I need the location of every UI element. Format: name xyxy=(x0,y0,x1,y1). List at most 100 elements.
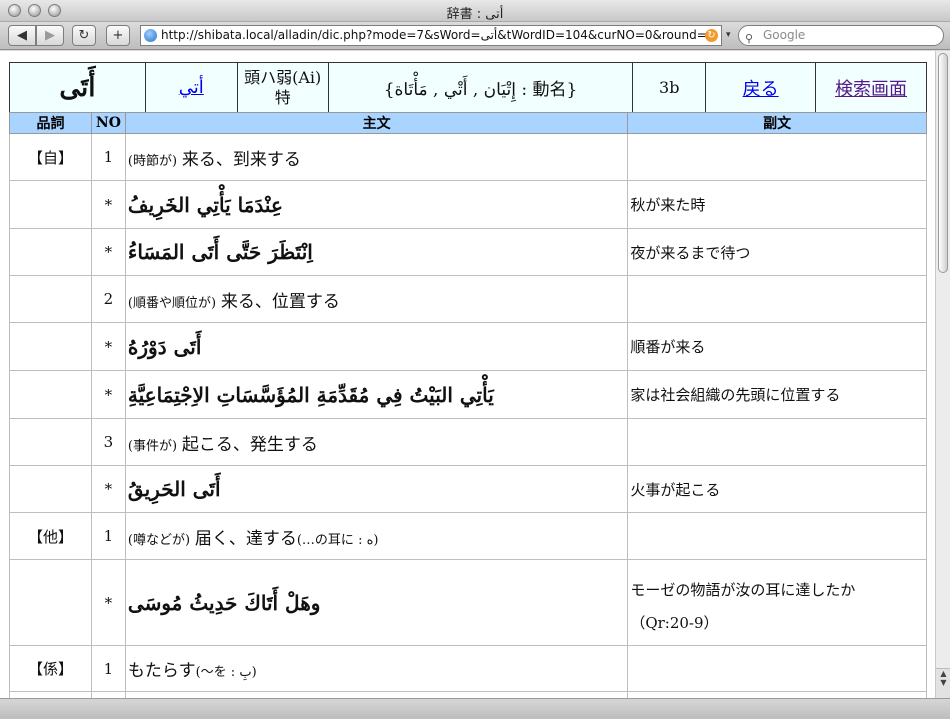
verbal-noun-forms: {إِتْيَان , أَتْي , مَأْتَاة : 動名} xyxy=(327,62,634,113)
arabic-example: عِنْدَمَا يَأْتِي الخَرِيفُ xyxy=(127,192,283,217)
sub-cell: モーゼの物語が汝の耳に達したか （Qr:20-9） xyxy=(627,559,927,646)
pos-cell xyxy=(9,370,92,419)
table-header-row: 品詞 NO 主文 副文 xyxy=(9,112,927,134)
search-field[interactable]: ⚲ Google xyxy=(738,25,944,46)
arabic-example: اِنْتَظَرَ حَتَّى أَتَى المَسَاءُ xyxy=(127,240,313,264)
meaning-text: 来る、到来する xyxy=(181,149,301,170)
meaning-text: 来る、位置する xyxy=(220,291,340,312)
no-cell: * xyxy=(90,322,126,371)
url-text: http://shibata.local/alladin/dic.php?mod… xyxy=(161,28,715,42)
quran-reference: （Qr:20-9） xyxy=(630,613,719,632)
page-viewport: أَتَى أتي 頭ハ弱(Ai)特 {إِتْيَان , أَتْي , م… xyxy=(0,51,935,698)
table-row: * أَتَى الحَرِيقُ 火事が起こる xyxy=(9,465,927,513)
note-text: (順番や順位が) xyxy=(127,295,217,311)
main-cell: اِنْتَظَرَ حَتَّى أَتَى المَسَاءُ xyxy=(124,228,629,276)
main-cell: (事件が) 起こる、発生する xyxy=(124,418,629,466)
pos-cell xyxy=(9,465,92,513)
no-cell: 1 xyxy=(90,512,126,560)
column-header-no: NO xyxy=(90,112,126,134)
pos-cell xyxy=(9,180,92,229)
meaning-text: もたらす xyxy=(127,661,196,681)
arabic-example: أَتَى الحَرِيقُ xyxy=(127,477,221,501)
sub-cell xyxy=(627,645,927,692)
arabic-example: يَأْتِي البَيْتُ فِي مُقَدِّمَةِ المُؤَس… xyxy=(127,382,494,407)
table-row: 【係】 1 もたらす(〜を : بِ) xyxy=(9,645,927,692)
window-titlebar: 辞書 : أتى xyxy=(0,0,950,22)
main-cell: أَتَى دَوْرُهُ xyxy=(124,322,629,371)
search-placeholder: Google xyxy=(763,28,806,42)
sub-text: モーゼの物語が汝の耳に達したか xyxy=(630,580,856,599)
pos-cell: 【係】 xyxy=(9,645,92,692)
no-cell: 2 xyxy=(90,275,126,323)
back-button[interactable]: ◀ xyxy=(8,25,36,46)
meaning-text: 届く、達する xyxy=(194,528,297,549)
column-header-pos: 品詞 xyxy=(9,112,92,134)
no-cell: 1 xyxy=(90,645,126,692)
no-cell: * xyxy=(90,180,126,229)
search-engine-menu-icon[interactable]: ▾ xyxy=(726,30,731,40)
sub-cell xyxy=(627,512,927,560)
sub-cell xyxy=(627,133,927,181)
sub-cell: 夜が来るまで待つ xyxy=(627,228,927,276)
sub-cell: 火事が起こる xyxy=(627,465,927,513)
no-cell: * xyxy=(90,370,126,419)
no-cell: 1 xyxy=(90,133,126,181)
meaning-text: 起こる、発生する xyxy=(181,434,318,455)
table-row: * اِنْتَظَرَ حَتَّى أَتَى المَسَاءُ 夜が来る… xyxy=(9,228,927,276)
reload-button[interactable]: ↻ xyxy=(72,25,96,46)
headword: أَتَى xyxy=(9,62,146,113)
pos-cell: 【他】 xyxy=(9,512,92,560)
browser-toolbar: ◀ ▶ ↻ + http://shibata.local/alladin/dic… xyxy=(0,22,950,50)
pos-cell xyxy=(9,322,92,371)
table-row: 3 (事件が) 起こる、発生する xyxy=(9,418,927,466)
back-cell: 戻る xyxy=(705,62,817,113)
note-text: (噂などが) xyxy=(127,532,191,548)
table-row: * يَأْتِي البَيْتُ فِي مُقَدِّمَةِ المُؤ… xyxy=(9,370,927,419)
table-row: * عِنْدَمَا يَأْتِي الخَرِيفُ 秋が来た時 xyxy=(9,180,927,229)
main-cell: أَتَى الحَرِيقُ xyxy=(124,465,629,513)
object-note: (〜を : بِ) xyxy=(195,665,257,680)
pos-cell xyxy=(9,275,92,323)
pos-cell xyxy=(9,228,92,276)
window-title: 辞書 : أتى xyxy=(446,7,504,22)
root-cell: أتي xyxy=(144,62,238,113)
rss-icon[interactable]: ↻ xyxy=(705,29,718,42)
arabic-example: وهَلْ أَتَاكَ حَدِيثُ مُوسَى xyxy=(127,590,321,615)
scrollbar-thumb[interactable] xyxy=(938,53,948,273)
no-cell: * xyxy=(90,465,126,513)
sub-cell: 家は社会組織の先頭に位置する xyxy=(627,370,927,419)
pos-cell xyxy=(9,418,92,466)
arabic-example: أَتَى دَوْرُهُ xyxy=(127,334,202,359)
main-cell: もたらす(〜を : بِ) xyxy=(124,645,629,692)
table-row: 2 (順番や順位が) 来る、位置する xyxy=(9,275,927,323)
no-cell: 3 xyxy=(90,418,126,466)
verb-type: 3b xyxy=(632,62,707,113)
main-cell: (噂などが) 届く、達する(…の耳に : ه) xyxy=(124,512,629,560)
table-row: 【自】 1 (時節が) 来る、到来する xyxy=(9,133,927,181)
note-text: (事件が) xyxy=(127,438,178,454)
sub-cell: 秋が来た時 xyxy=(627,180,927,229)
sub-cell xyxy=(627,275,927,323)
table-row: * أَتَى دَوْرُهُ 順番が来る xyxy=(9,322,927,371)
main-cell: يَأْتِي البَيْتُ فِي مُقَدِّمَةِ المُؤَس… xyxy=(124,370,629,419)
pos-cell: 【自】 xyxy=(9,133,92,181)
column-header-sub: 副文 xyxy=(627,112,927,134)
sub-cell xyxy=(627,418,927,466)
search-screen-link[interactable]: 検索画面 xyxy=(835,79,907,100)
column-header-main: 主文 xyxy=(124,112,629,134)
main-cell: عِنْدَمَا يَأْتِي الخَرِيفُ xyxy=(124,180,629,229)
root-link[interactable]: أتي xyxy=(179,77,204,98)
word-header: أَتَى أتي 頭ハ弱(Ai)特 {إِتْيَان , أَتْي , م… xyxy=(9,62,927,113)
search-screen-cell: 検索画面 xyxy=(815,62,927,113)
vertical-scrollbar[interactable]: ▲ ▼ xyxy=(935,51,950,698)
scroll-arrow-buttons[interactable]: ▲ ▼ xyxy=(936,668,950,698)
search-icon: ⚲ xyxy=(745,32,754,45)
object-note: (…の耳に : ه) xyxy=(296,532,379,548)
forward-button[interactable]: ▶ xyxy=(36,25,64,46)
address-bar[interactable]: http://shibata.local/alladin/dic.php?mod… xyxy=(140,25,722,46)
sub-cell: 順番が来る xyxy=(627,322,927,371)
add-bookmark-button[interactable]: + xyxy=(106,25,130,46)
status-bar xyxy=(0,698,950,719)
table-row: * وهَلْ أَتَاكَ حَدِيثُ مُوسَى モーゼの物語が汝の… xyxy=(9,559,927,646)
back-link[interactable]: 戻る xyxy=(743,79,779,100)
